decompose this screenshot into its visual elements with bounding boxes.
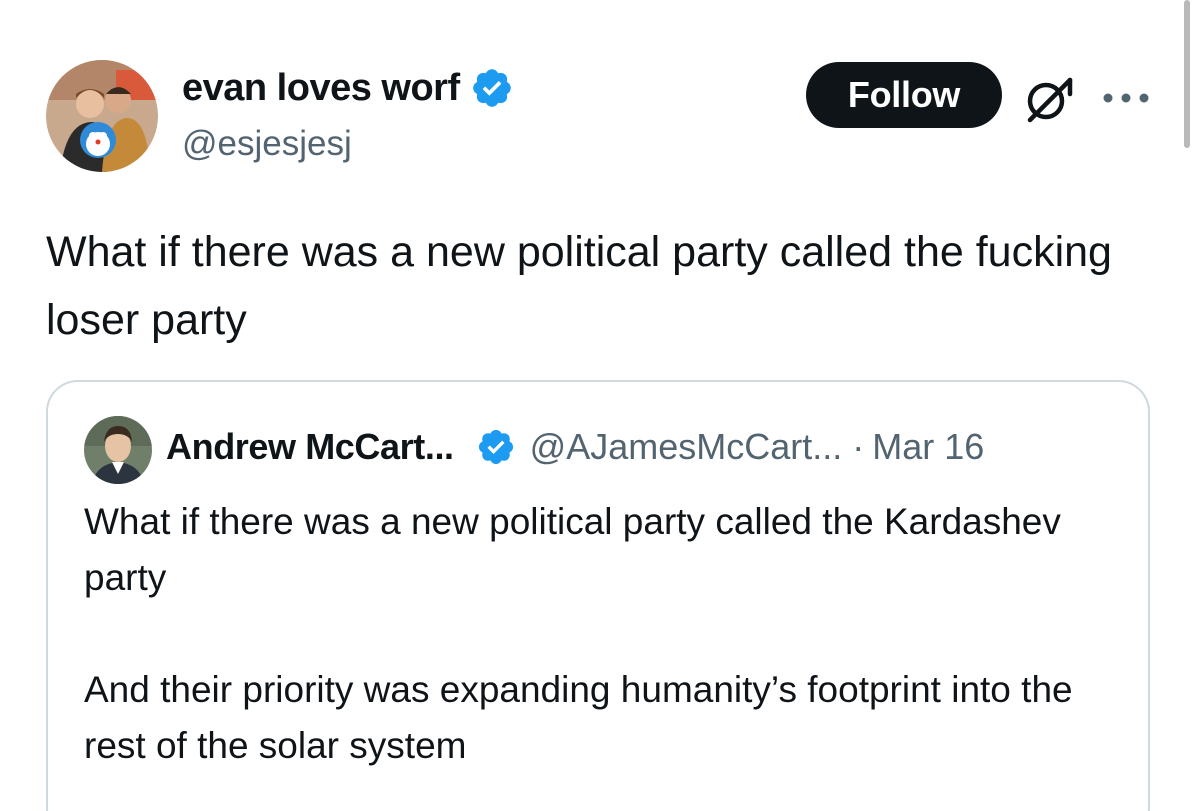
verified-badge-icon[interactable] xyxy=(470,66,514,110)
scrollbar[interactable] xyxy=(1184,0,1190,148)
quoted-avatar-photo xyxy=(84,416,152,484)
quoted-author-display-name[interactable]: Andrew McCart... xyxy=(166,426,454,468)
author-display-name[interactable]: evan loves worf xyxy=(182,67,460,110)
separator-dot: · xyxy=(852,426,865,467)
grok-icon[interactable] xyxy=(1020,74,1080,126)
avatar-photo xyxy=(46,60,158,172)
author-avatar[interactable] xyxy=(46,60,158,172)
quoted-tweet-header: Andrew McCart... @AJamesMcCart... · Mar … xyxy=(166,426,984,468)
author-handle[interactable]: @esjesjesj xyxy=(182,124,352,164)
more-options-icon[interactable] xyxy=(1100,90,1152,106)
tweet-text: What if there was a new political party … xyxy=(46,228,1112,344)
author-name-row: evan loves worf xyxy=(182,66,514,110)
quoted-tweet-text: What if there was a new political party … xyxy=(84,494,1144,774)
follow-button[interactable]: Follow xyxy=(806,62,1002,128)
quoted-author-handle[interactable]: @AJamesMcCart... xyxy=(530,426,843,468)
quoted-author-avatar[interactable] xyxy=(84,416,152,484)
quoted-tweet-paragraph: And their priority was expanding humanit… xyxy=(84,669,1073,766)
quoted-verified-badge-icon[interactable] xyxy=(476,427,516,467)
quoted-tweet-date[interactable]: Mar 16 xyxy=(872,426,984,468)
quoted-tweet-paragraph: What if there was a new political party … xyxy=(84,501,1061,598)
